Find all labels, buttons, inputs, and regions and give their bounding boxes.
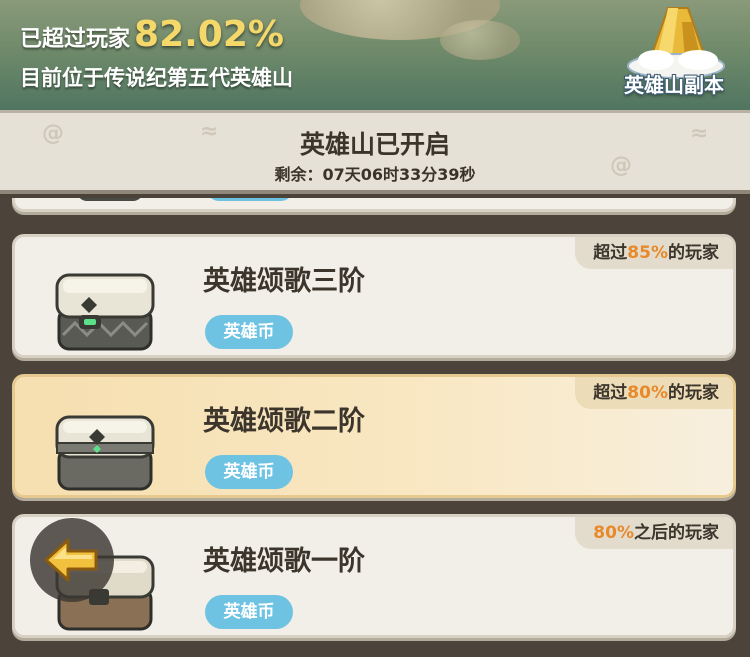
- back-button[interactable]: [30, 518, 114, 602]
- back-arrow-icon: [44, 538, 98, 582]
- tier-name: 英雄颂歌三阶: [203, 266, 365, 297]
- tier-card-current[interactable]: 英雄颂歌二阶 英雄币 超过80%的玩家: [12, 374, 736, 498]
- chest-icon: [77, 198, 143, 201]
- decor-rock: [440, 20, 520, 60]
- chest-icon: [55, 415, 155, 491]
- dungeon-label: 英雄山副本: [624, 73, 724, 97]
- tag-prefix: 超过: [593, 383, 628, 403]
- tier-card[interactable]: 英雄颂歌三阶 英雄币 超过85%的玩家: [12, 234, 736, 358]
- tag-percent: 80%: [627, 383, 668, 403]
- coin-badge[interactable]: 英雄币: [205, 595, 293, 629]
- tag-suffix: 的玩家: [668, 383, 719, 403]
- tag-suffix: 的玩家: [668, 243, 719, 263]
- tag-prefix: 超过: [593, 243, 628, 263]
- coin-badge[interactable]: 英雄币: [205, 315, 293, 349]
- event-title: 英雄山已开启: [299, 130, 450, 159]
- rank-banner: 已超过玩家 82.02% 目前位于传说纪第五代英雄山 英雄山副本: [0, 0, 750, 112]
- tier-name: 英雄颂歌一阶: [203, 546, 365, 577]
- tag-suffix: 之后的玩家: [634, 523, 719, 543]
- tag-percent: 80%: [593, 523, 634, 543]
- event-header: @ ≈ @ ≈ 英雄山已开启 剩余：07天06时33分39秒: [0, 110, 750, 194]
- coin-badge: [207, 198, 293, 201]
- tier-name: 英雄颂歌二阶: [203, 406, 365, 437]
- rank-prefix: 已超过玩家: [20, 27, 131, 52]
- dungeon-button[interactable]: 英雄山副本: [612, 2, 736, 102]
- tier-card[interactable]: 英雄颂歌一阶 英雄币 80%之后的玩家: [12, 514, 736, 638]
- rank-percent: 82.02%: [134, 14, 284, 55]
- tier-list[interactable]: 英雄颂歌三阶 英雄币 超过85%的玩家 英雄颂歌二阶 英雄币 超过80%的玩家 …: [0, 198, 750, 657]
- rank-summary: 已超过玩家 82.02%: [20, 14, 284, 55]
- coin-badge[interactable]: 英雄币: [205, 455, 293, 489]
- rank-threshold-tag: 超过85%的玩家: [575, 237, 733, 269]
- rank-threshold-tag: 80%之后的玩家: [575, 517, 733, 549]
- tier-card-partial: [12, 198, 736, 212]
- chest-icon: [55, 273, 155, 351]
- rank-threshold-tag: 超过80%的玩家: [575, 377, 733, 409]
- tag-percent: 85%: [627, 243, 668, 263]
- rank-location: 目前位于传说纪第五代英雄山: [20, 66, 293, 90]
- event-countdown: 剩余：07天06时33分39秒: [274, 165, 476, 184]
